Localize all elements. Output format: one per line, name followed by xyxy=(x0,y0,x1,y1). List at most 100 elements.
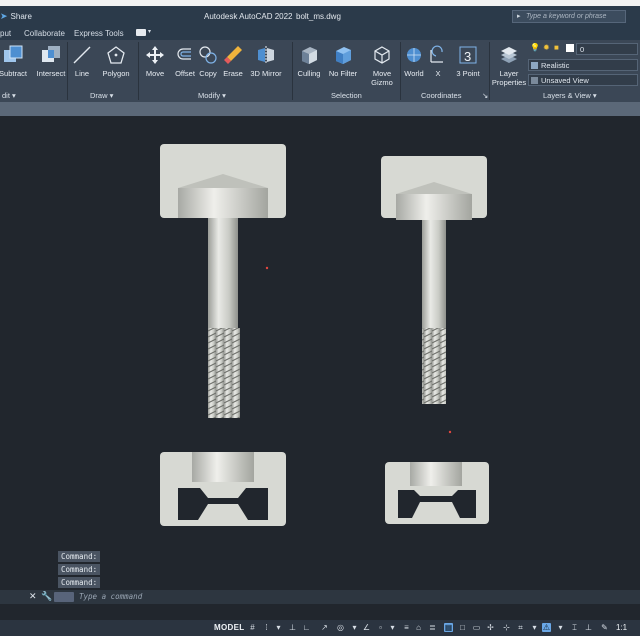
left-bolt-head[interactable] xyxy=(178,188,268,218)
layer-properties-button[interactable]: Layer Properties xyxy=(490,40,528,90)
erase-button[interactable]: Erase xyxy=(221,40,245,90)
right-bolt-thread[interactable] xyxy=(422,328,446,404)
annotation-visibility-icon[interactable]: ⊹ xyxy=(502,623,511,632)
3d-osnap-icon[interactable]: ▦ xyxy=(444,623,453,632)
tab-express-tools[interactable]: Express Tools xyxy=(74,29,124,38)
ortho-icon[interactable]: ∟ xyxy=(302,623,311,632)
intersect-label: Intersect xyxy=(36,69,66,78)
lock-icon[interactable]: ■ xyxy=(554,43,559,52)
close-icon[interactable]: ✕ xyxy=(29,591,37,602)
move-gizmo-button[interactable]: Move Gizmo xyxy=(367,40,397,90)
status-bar: MODEL # ⁞ ▾ ⊥ ∟ ↗ ◎ ▾ ∠ ▫ ▾ ≡ ⌂ ≣ ▦ □ ▭ … xyxy=(0,620,640,636)
panel-selection-label: Selection xyxy=(331,91,362,100)
ucs-world-button[interactable]: World xyxy=(402,40,426,90)
tab-output[interactable]: put xyxy=(0,29,11,38)
isodraft-icon[interactable]: ◎ xyxy=(336,623,345,632)
right-bolt-assembly[interactable] xyxy=(381,156,489,524)
lightbulb-icon[interactable]: 💡 xyxy=(530,43,540,52)
view-icon xyxy=(531,77,538,84)
sun-icon[interactable]: ✹ xyxy=(543,43,550,52)
layer-color-swatch[interactable] xyxy=(566,44,574,52)
annotation-scale[interactable]: 1:1 xyxy=(616,623,627,632)
layer-properties-label: Layer Properties xyxy=(491,69,527,87)
workspace-dropdown-icon[interactable]: ▾ xyxy=(530,623,539,632)
separator xyxy=(138,42,139,100)
visual-style-dropdown[interactable]: Realistic xyxy=(528,59,638,71)
copy-button[interactable]: Copy xyxy=(196,40,220,90)
lock-ui-icon[interactable]: ⊥ xyxy=(584,623,593,632)
3d-mirror-button[interactable]: 3D Mirror xyxy=(248,40,284,90)
infer-constraints-icon[interactable]: ⊥ xyxy=(288,623,297,632)
three-point-label: 3 Point xyxy=(456,69,480,78)
autocad-window: ➤ Share Autodesk AutoCAD 2022 bolt_ms.dw… xyxy=(0,0,640,640)
command-history-line: Command: xyxy=(58,551,101,562)
named-view-dropdown[interactable]: Unsaved View xyxy=(528,74,638,86)
polygon-icon xyxy=(105,44,127,66)
offset-icon xyxy=(174,44,196,66)
move-button[interactable]: Move xyxy=(142,40,168,90)
polygon-button[interactable]: Polygon xyxy=(99,40,133,90)
ribbon-tabs: put Collaborate Express Tools ▾ xyxy=(0,27,640,40)
isodraft-dropdown-icon[interactable]: ▾ xyxy=(350,623,359,632)
annotation-monitor-icon[interactable]: ⚠ xyxy=(542,623,551,632)
object-snap-tracking-icon[interactable]: ∠ xyxy=(362,623,371,632)
offset-button[interactable]: Offset xyxy=(172,40,198,90)
line-button[interactable]: Line xyxy=(70,40,94,90)
snap-icon[interactable]: ⁞ xyxy=(262,623,271,632)
customize-wrench-icon[interactable]: 🔧 xyxy=(41,591,52,602)
command-input[interactable]: Type a command xyxy=(79,592,142,601)
command-history-line: Command: xyxy=(58,564,101,575)
panel-draw-label: Draw xyxy=(90,91,108,100)
quick-properties-icon[interactable]: ⌶ xyxy=(570,623,579,632)
panel-solid-editing[interactable]: dit ▾ xyxy=(2,91,16,100)
coordinates-expand-icon[interactable]: ↘ xyxy=(482,91,488,100)
panel-modify[interactable]: Modify ▾ xyxy=(198,91,226,100)
left-bolt-thread[interactable] xyxy=(208,328,240,418)
recent-commands-icon[interactable] xyxy=(54,592,74,602)
ucs-x-button[interactable]: X xyxy=(428,40,448,90)
share-label: Share xyxy=(10,12,32,21)
selection-cycling-icon[interactable]: ≣ xyxy=(428,623,437,632)
left-bolt-assembly[interactable] xyxy=(160,144,286,526)
grid-icon[interactable]: # xyxy=(248,623,257,632)
keyword-search-box[interactable]: ▸ Type a keyword or phrase xyxy=(512,10,626,23)
tab-overflow-icon[interactable] xyxy=(136,29,146,36)
subtract-button[interactable]: Subtract xyxy=(0,40,34,90)
lineweight-icon[interactable]: ≡ xyxy=(402,623,411,632)
isolate-objects-icon[interactable]: ✎ xyxy=(600,623,609,632)
intersect-button[interactable]: Intersect xyxy=(34,40,68,90)
layer-value: 0 xyxy=(580,45,585,54)
no-filter-label: No Filter xyxy=(328,69,358,78)
left-bolt-shank[interactable] xyxy=(208,218,238,328)
transparency-icon[interactable]: ⌂ xyxy=(414,623,423,632)
right-bolt-head[interactable] xyxy=(396,194,472,220)
auto-scale-icon[interactable]: ⌗ xyxy=(516,623,525,632)
right-bolt-shank[interactable] xyxy=(422,220,446,328)
offset-label: Offset xyxy=(175,69,195,78)
snap-dropdown-icon[interactable]: ▾ xyxy=(274,623,283,632)
no-filter-button[interactable]: No Filter xyxy=(326,40,360,90)
panel-modify-label: Modify xyxy=(198,91,221,100)
panel-draw[interactable]: Draw ▾ xyxy=(90,91,113,100)
polar-icon[interactable]: ↗ xyxy=(320,623,329,632)
polygon-label: Polygon xyxy=(102,69,130,78)
culling-button[interactable]: Culling xyxy=(294,40,324,90)
tab-collaborate[interactable]: Collaborate xyxy=(24,29,65,38)
panel-layers-view[interactable]: Layers & View ▾ xyxy=(543,91,597,100)
selection-filter-icon[interactable]: ▭ xyxy=(472,623,481,632)
dynamic-ucs-icon[interactable]: □ xyxy=(458,623,467,632)
osnap-icon[interactable]: ▫ xyxy=(376,623,385,632)
search-placeholder: Type a keyword or phrase xyxy=(526,13,607,20)
units-dropdown-icon[interactable]: ▾ xyxy=(556,623,565,632)
panel-layers-view-label: Layers & View xyxy=(543,91,591,100)
tab-overflow-arrow-icon[interactable]: ▾ xyxy=(148,28,151,35)
model-space-toggle[interactable]: MODEL xyxy=(214,623,244,632)
drawing-viewport[interactable] xyxy=(0,116,640,596)
gizmo-toggle-icon[interactable]: ✢ xyxy=(486,623,495,632)
share-arrow-icon: ➤ xyxy=(0,11,8,21)
layer-dropdown[interactable]: 0 xyxy=(576,43,638,55)
share-button[interactable]: ➤ Share xyxy=(0,11,32,22)
model-space-canvas[interactable] xyxy=(0,116,640,596)
osnap-dropdown-icon[interactable]: ▾ xyxy=(388,623,397,632)
ucs-3point-button[interactable]: 3 3 Point xyxy=(454,40,482,90)
